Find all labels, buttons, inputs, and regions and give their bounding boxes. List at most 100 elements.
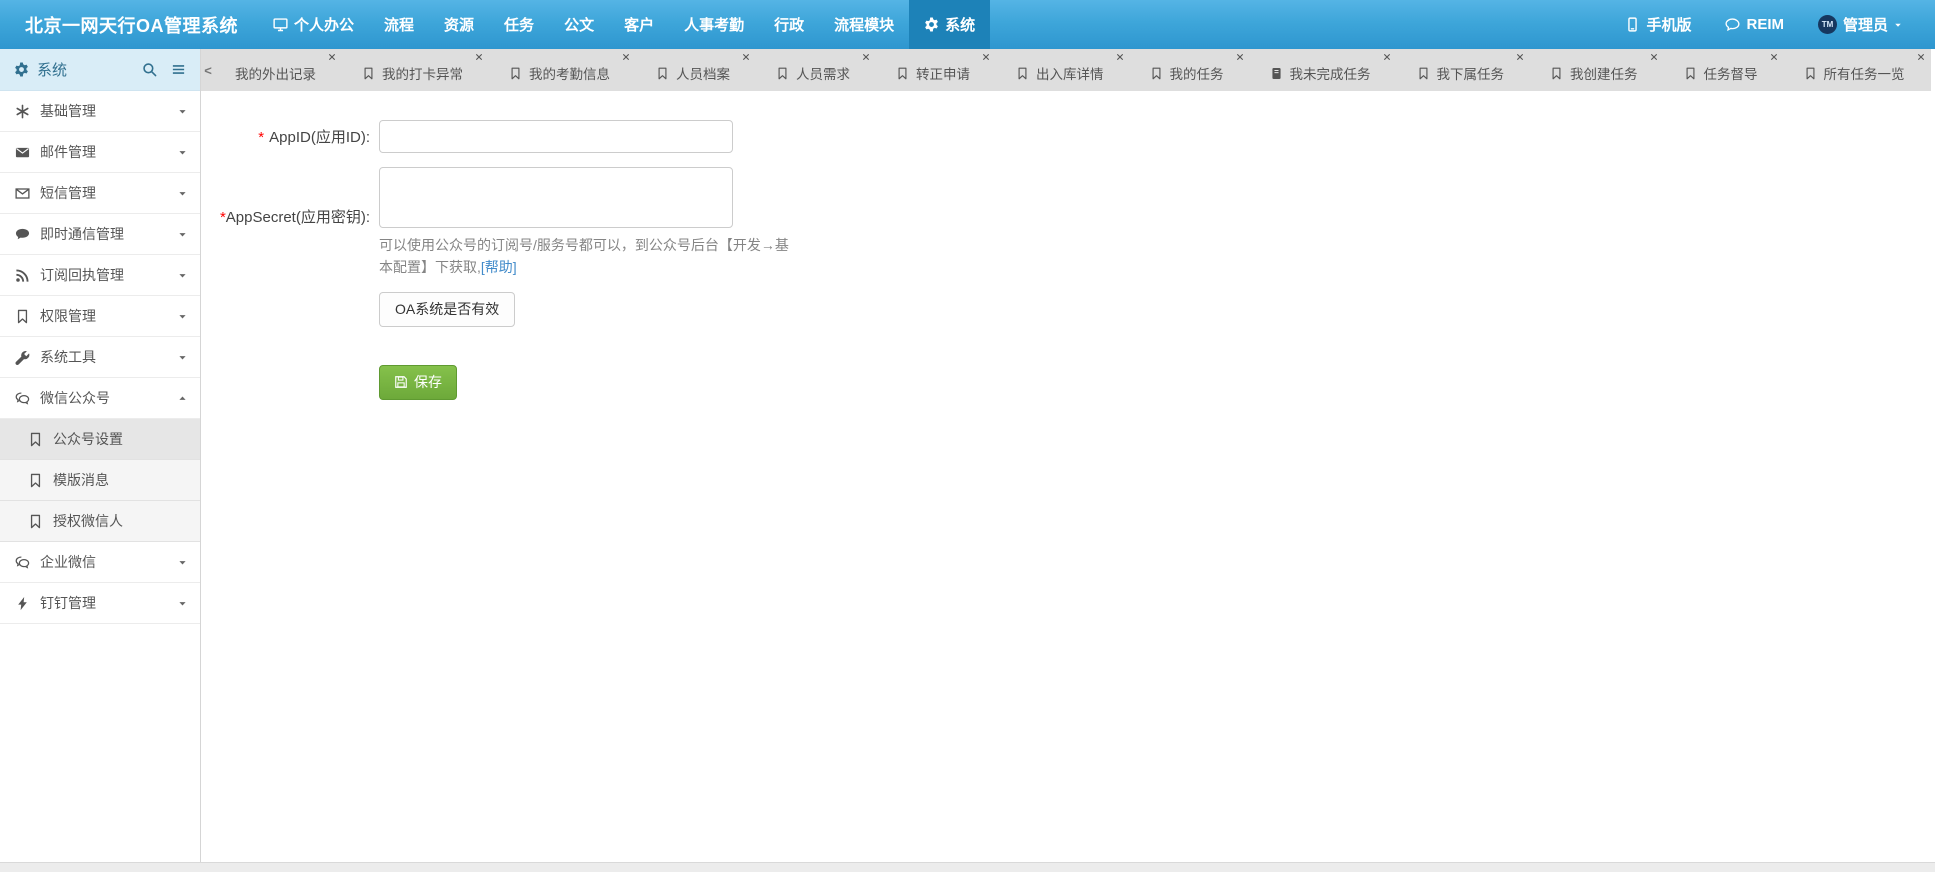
menu-icon[interactable]	[168, 59, 189, 80]
tab-close-icon[interactable]	[1116, 53, 1124, 61]
tab-close-icon[interactable]	[862, 53, 870, 61]
tab-12[interactable]: 所有任务一览	[1784, 49, 1931, 91]
sidebar-item-1[interactable]: 邮件管理	[0, 132, 200, 173]
sidebar-subitem-0[interactable]: 公众号设置	[0, 419, 200, 460]
save-button[interactable]: 保存	[379, 365, 457, 400]
horizontal-scrollbar[interactable]	[0, 862, 1935, 872]
sidebar-item-label: 微信公众号	[40, 388, 110, 408]
caret-down-icon	[178, 107, 187, 116]
gear-icon	[14, 62, 29, 77]
tab-3[interactable]: 人员档案	[636, 49, 756, 91]
sidebar-item-5[interactable]: 权限管理	[0, 296, 200, 337]
tab-close-icon[interactable]	[475, 53, 483, 61]
sidebar-subitem-1[interactable]: 模版消息	[0, 460, 200, 501]
sidebar-subitem-label: 授权微信人	[53, 511, 123, 531]
appsecret-label-text: AppSecret(应用密钥):	[226, 209, 370, 226]
oa-valid-button[interactable]: OA系统是否有效	[379, 292, 515, 327]
nav-item-label: 流程	[384, 14, 414, 35]
nav-item-1[interactable]: 流程	[369, 0, 429, 49]
topbar-menu: 个人办公流程资源任务公文客户人事考勤行政流程模块系统	[258, 0, 990, 49]
caret-up-icon	[178, 394, 187, 403]
tab-2[interactable]: 我的考勤信息	[489, 49, 636, 91]
tab-scroll-left[interactable]: <	[201, 49, 215, 91]
tab-close-icon[interactable]	[1650, 53, 1658, 61]
tab-7[interactable]: 我的任务	[1130, 49, 1250, 91]
tab-close-icon[interactable]	[742, 53, 750, 61]
tab-close-icon[interactable]	[1383, 53, 1391, 61]
tab-9[interactable]: 我下属任务	[1397, 49, 1531, 91]
chat-icon	[1725, 17, 1740, 32]
tab-label: 转正申请	[916, 63, 970, 83]
topbar-right-item-2[interactable]: TM管理员	[1801, 0, 1919, 49]
brand[interactable]: 北京一网天行OA管理系统	[0, 0, 258, 49]
nav-item-5[interactable]: 客户	[609, 0, 669, 49]
page: 北京一网天行OA管理系统 个人办公流程资源任务公文客户人事考勤行政流程模块系统 …	[0, 0, 1935, 872]
appsecret-field-group: 可以使用公众号的订阅号/服务号都可以，到公众号后台【开发→基本配置】下获取,[帮…	[379, 167, 791, 327]
nav-item-8[interactable]: 流程模块	[819, 0, 909, 49]
tab-5[interactable]: 转正申请	[876, 49, 996, 91]
tab-close-icon[interactable]	[622, 53, 630, 61]
bookmark-icon	[1684, 67, 1697, 80]
tab-4[interactable]: 人员需求	[756, 49, 876, 91]
tab-close-icon[interactable]	[328, 53, 336, 61]
appid-label-text: AppID(应用ID):	[269, 129, 370, 146]
sidebar-item-3[interactable]: 即时通信管理	[0, 214, 200, 255]
tab-10[interactable]: 我创建任务	[1530, 49, 1664, 91]
tab-8[interactable]: 我未完成任务	[1250, 49, 1397, 91]
save-button-label: 保存	[414, 372, 442, 392]
topbar-right-item-1[interactable]: REIM	[1708, 0, 1801, 49]
tab-label: 我的外出记录	[235, 63, 316, 83]
nav-item-2[interactable]: 资源	[429, 0, 489, 49]
tab-close-icon[interactable]	[1770, 53, 1778, 61]
lightning-icon	[15, 596, 30, 611]
caret-down-icon	[178, 353, 187, 362]
nav-item-label: 任务	[504, 14, 534, 35]
sidebar-item-7[interactable]: 微信公众号	[0, 378, 200, 419]
nav-item-6[interactable]: 人事考勤	[669, 0, 759, 49]
topbar-right-label: REIM	[1746, 16, 1784, 33]
sidebar-item-8[interactable]: 企业微信	[0, 542, 200, 583]
nav-item-0[interactable]: 个人办公	[258, 0, 369, 49]
bookmark-icon	[1804, 67, 1817, 80]
tab-close-icon[interactable]	[982, 53, 990, 61]
im-bubble-icon	[15, 227, 30, 242]
nav-item-7[interactable]: 行政	[759, 0, 819, 49]
tab-13[interactable]: 公众号设置	[1931, 49, 1935, 91]
nav-item-label: 行政	[774, 14, 804, 35]
tab-6[interactable]: 出入库详情	[996, 49, 1130, 91]
nav-item-4[interactable]: 公文	[549, 0, 609, 49]
appid-input[interactable]	[379, 120, 733, 153]
nav-item-3[interactable]: 任务	[489, 0, 549, 49]
appsecret-textarea[interactable]	[379, 167, 733, 228]
bookmark-icon	[896, 67, 909, 80]
sidebar-item-0[interactable]: 基础管理	[0, 91, 200, 132]
tab-label: 任务督导	[1704, 63, 1758, 83]
tab-close-icon[interactable]	[1516, 53, 1524, 61]
tab-close-icon[interactable]	[1236, 53, 1244, 61]
tab-close-icon[interactable]	[1917, 53, 1925, 61]
tab-label: 人员需求	[796, 63, 850, 83]
sidebar-item-9[interactable]: 钉钉管理	[0, 583, 200, 624]
tab-0[interactable]: 我的外出记录	[215, 49, 342, 91]
sidebar-subitem-2[interactable]: 授权微信人	[0, 501, 200, 542]
topbar-right-item-0[interactable]: 手机版	[1608, 0, 1708, 49]
tab-1[interactable]: 我的打卡异常	[342, 49, 489, 91]
nav-item-9[interactable]: 系统	[909, 0, 990, 49]
sidebar-menu: 基础管理邮件管理短信管理即时通信管理订阅回执管理权限管理系统工具微信公众号公众号…	[0, 91, 200, 624]
sidebar-item-4[interactable]: 订阅回执管理	[0, 255, 200, 296]
bookmark-icon	[1417, 67, 1430, 80]
help-link[interactable]: [帮助]	[481, 259, 517, 275]
bookmark-icon	[1150, 67, 1163, 80]
appsecret-row: *AppSecret(应用密钥): 可以使用公众号的订阅号/服务号都可以，到公众…	[201, 167, 1935, 327]
tab-label: 出入库详情	[1036, 63, 1104, 83]
sidebar-item-label: 权限管理	[40, 306, 96, 326]
right-column: < 我的外出记录 我的打卡异常我的考勤信息人员档案 人员需求 转正申请 出入库详情 我的任…	[201, 49, 1935, 872]
sidebar-item-6[interactable]: 系统工具	[0, 337, 200, 378]
search-icon[interactable]	[139, 59, 160, 80]
sidebar-item-label: 即时通信管理	[40, 224, 124, 244]
sidebar-item-label: 钉钉管理	[40, 593, 96, 613]
desktop-icon	[273, 17, 288, 32]
sidebar-item-2[interactable]: 短信管理	[0, 173, 200, 214]
tab-11[interactable]: 任务督导	[1664, 49, 1784, 91]
bookmark-icon	[15, 309, 30, 324]
